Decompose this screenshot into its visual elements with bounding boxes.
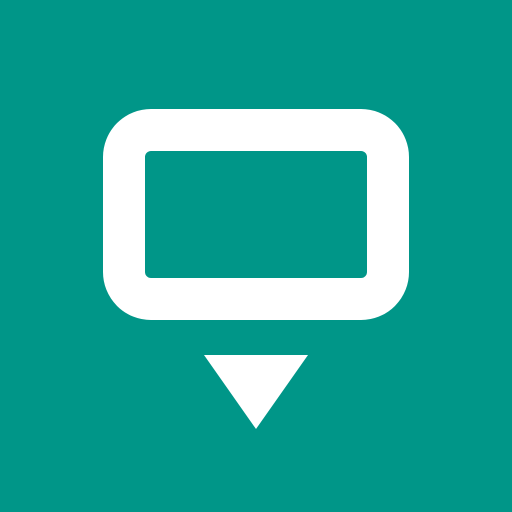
app-icon: [0, 0, 512, 512]
down-triangle-pointer-icon: [204, 355, 308, 429]
rounded-rectangle-frame-icon: [103, 109, 409, 320]
